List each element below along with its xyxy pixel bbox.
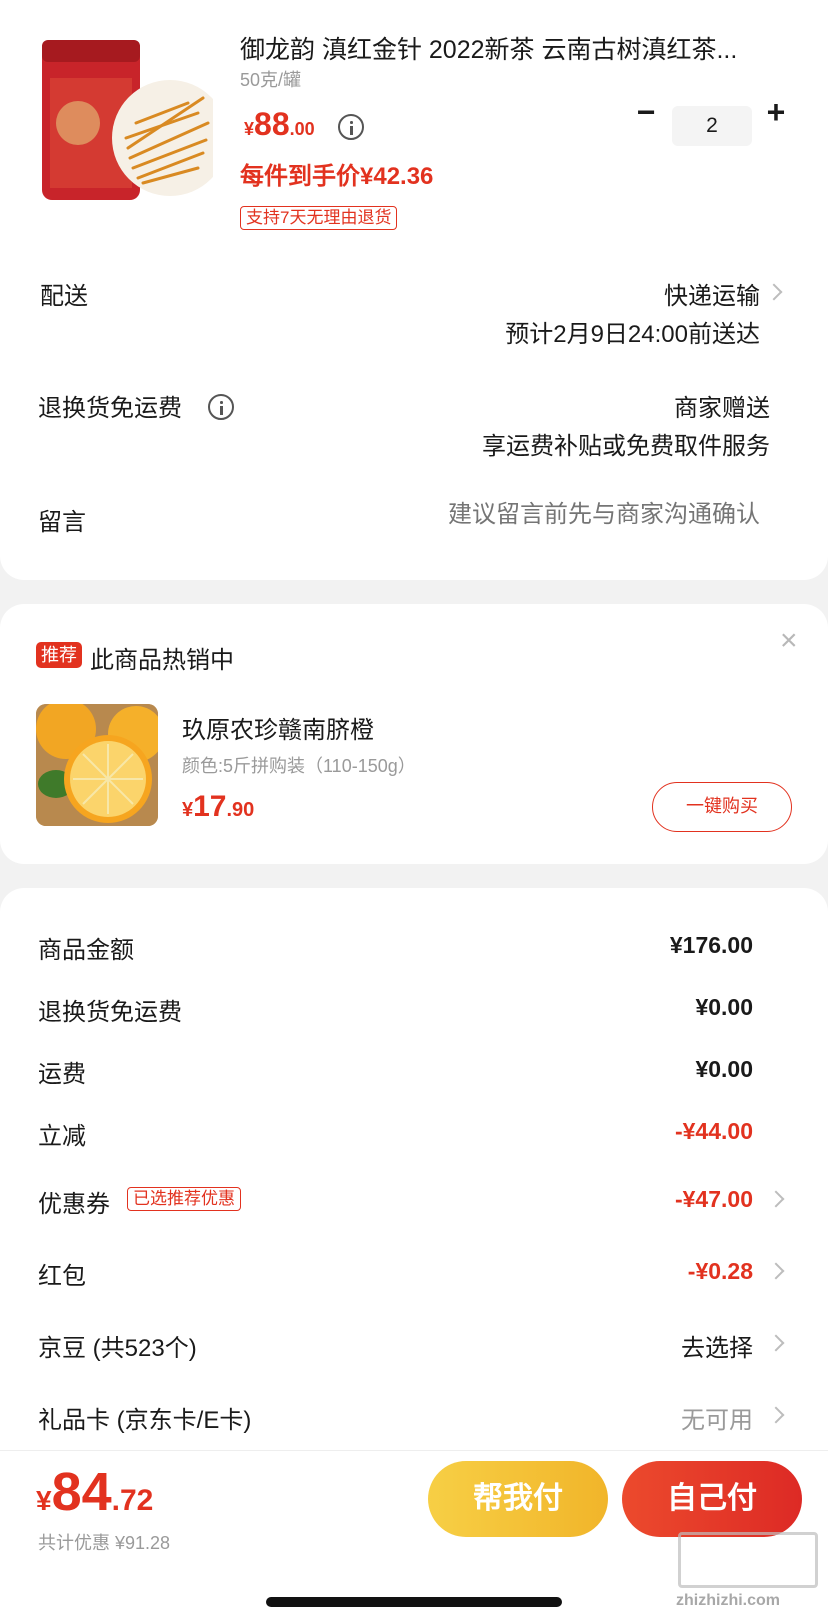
summary-label: 红包 (38, 1263, 86, 1290)
summary-value: ¥176.00 (669, 932, 753, 958)
message-input[interactable] (220, 496, 760, 534)
price-decimal: .00 (289, 119, 315, 139)
return-shipping-info-icon[interactable] (208, 394, 234, 420)
red-packet-chevron-icon (767, 1262, 785, 1280)
return-policy-tag: 支持7天无理由退货 (240, 206, 398, 230)
jd-beans-chevron-icon (767, 1334, 785, 1352)
summary-label: 京豆 (共523个) (38, 1335, 197, 1362)
recommend-product-name[interactable]: 玖原农珍赣南脐橙 (182, 710, 374, 745)
help-pay-button[interactable]: 帮我付 (428, 1461, 608, 1537)
total-price-integer: 84 (51, 1462, 112, 1522)
summary-label: 礼品卡 (京东卡/E卡) (38, 1407, 252, 1434)
product-price: ¥88.00 (244, 106, 315, 143)
total-price-decimal: .72 (111, 1484, 154, 1517)
recommend-product-spec: 颜色:5斤拼购装（110-150g） (182, 756, 416, 776)
total-price: ¥84.72 (36, 1461, 153, 1523)
coupon-chevron-icon (767, 1190, 785, 1208)
watermark-text: zhizhizhi.com (676, 1592, 780, 1609)
total-discount[interactable]: 共计优惠 ¥91.28 (38, 1529, 170, 1555)
summary-label: 商品金额 (38, 937, 134, 964)
summary-label: 运费 (38, 1061, 86, 1088)
recommend-headline: 此商品热销中 (90, 647, 234, 674)
gift-card-chevron-icon (767, 1406, 785, 1424)
delivery-eta: 预计2月9日24:00前送达 (505, 321, 760, 348)
recommend-close-icon[interactable]: × (780, 624, 798, 658)
price-integer: 88 (254, 106, 290, 142)
quantity-plus-button[interactable]: + (761, 94, 791, 131)
one-click-buy-button[interactable]: 一键购买 (652, 782, 792, 832)
recommend-price-decimal: .90 (226, 799, 255, 821)
summary-value: -¥47.00 (674, 1186, 753, 1212)
order-item-card: 御龙韵 滇红金针 2022新茶 云南古树滇红茶... 50克/罐 ¥88.00 … (0, 0, 828, 580)
recommend-tag: 推荐 (36, 642, 82, 668)
recommend-price-symbol: ¥ (182, 799, 194, 821)
message-label: 留言 (38, 509, 86, 536)
summary-label: 优惠券 (38, 1191, 110, 1218)
return-shipping-desc: 享运费补贴或免费取件服务 (482, 433, 770, 460)
summary-value: 无可用 (681, 1407, 753, 1434)
summary-value: ¥0.00 (695, 994, 753, 1020)
quantity-input[interactable]: 2 (672, 106, 752, 146)
summary-value: -¥0.28 (687, 1258, 753, 1284)
summary-label: 立减 (38, 1123, 86, 1150)
price-symbol: ¥ (244, 119, 255, 139)
product-spec: 50克/罐 (240, 70, 302, 90)
delivery-method: 快递运输 (664, 283, 760, 310)
recommend-image[interactable] (36, 704, 158, 826)
summary-value: -¥44.00 (674, 1118, 753, 1144)
delivery-label: 配送 (40, 283, 88, 310)
delivery-chevron-icon (765, 283, 783, 301)
return-shipping-label: 退换货免运费 (38, 395, 182, 422)
delivery-selector[interactable]: 快递运输 预计2月9日24:00前送达 (420, 276, 790, 356)
recommendation-card: 推荐 此商品热销中 × 玖原农珍赣南脐橙 颜色:5斤拼购装（110-150g） … (0, 604, 828, 864)
watermark-logo (678, 1532, 818, 1588)
price-info-icon[interactable] (338, 114, 364, 140)
per-item-price: 每件到手价¥42.36 (240, 163, 434, 190)
home-indicator (266, 1597, 562, 1607)
recommend-price-integer: 17 (193, 790, 227, 823)
summary-value: ¥0.00 (695, 1056, 753, 1082)
summary-label: 退换货免运费 (38, 999, 182, 1026)
product-image[interactable] (38, 28, 228, 203)
total-price-symbol: ¥ (36, 1485, 52, 1516)
quantity-minus-button[interactable]: − (631, 94, 661, 131)
summary-value: 去选择 (681, 1335, 753, 1362)
self-pay-button[interactable]: 自己付 (622, 1461, 802, 1537)
coupon-recommended-tag: 已选推荐优惠 (127, 1187, 241, 1211)
recommend-price: ¥17.90 (182, 790, 254, 824)
return-shipping-value: 商家赠送 (674, 395, 770, 422)
product-title[interactable]: 御龙韵 滇红金针 2022新茶 云南古树滇红茶... (240, 30, 785, 66)
